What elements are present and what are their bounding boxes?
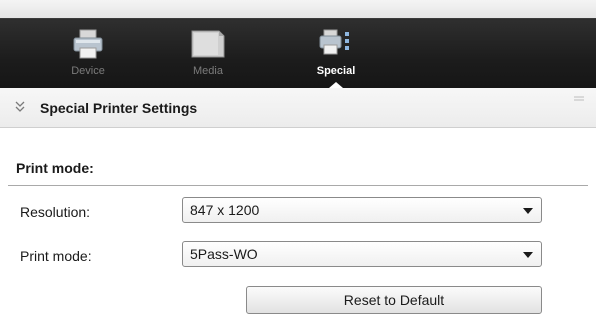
tab-media[interactable]: Media [168,19,248,89]
window-top-strip [0,0,596,18]
tab-device-label: Device [71,65,105,77]
media-icon [188,27,228,66]
chevron-double-down-icon[interactable] [15,100,25,112]
print-mode-heading: Print mode: [16,160,94,176]
tab-device[interactable]: Device [48,19,128,89]
dropdown-arrow-icon [523,208,533,214]
toolbar: Device Media Special [0,18,596,88]
heading-divider [8,185,588,186]
section-title: Special Printer Settings [40,100,198,116]
resolution-label: Resolution: [20,204,91,220]
panel-grip-icon[interactable] [572,90,586,101]
print-mode-select[interactable]: 5Pass-WO [182,241,542,267]
section-header[interactable]: Special Printer Settings [0,88,596,128]
resolution-value: 847 x 1200 [190,202,260,218]
printer-icon [71,27,105,66]
special-settings-icon [318,27,354,66]
resolution-select[interactable]: 847 x 1200 [182,197,542,223]
print-mode-label: Print mode: [20,248,92,264]
tab-special[interactable]: Special [296,19,376,89]
print-mode-value: 5Pass-WO [190,246,258,262]
dropdown-arrow-icon [523,252,533,258]
tab-media-label: Media [193,65,223,77]
reset-to-default-button[interactable]: Reset to Default [246,286,542,314]
tab-special-label: Special [316,65,356,77]
